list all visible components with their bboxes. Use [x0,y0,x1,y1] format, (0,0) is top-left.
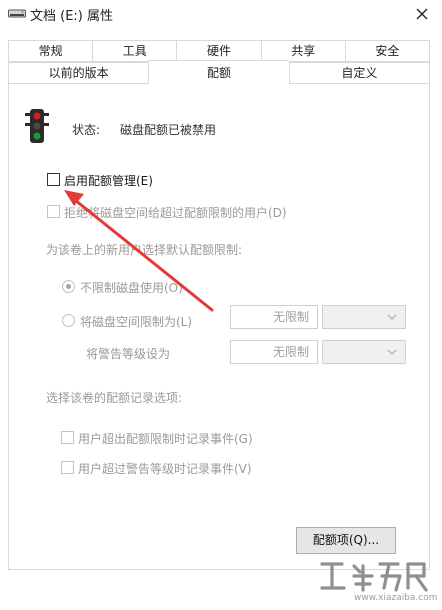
no-limit-label: 不限制磁盘使用(O) [80,281,183,295]
default-limit-heading: 为该卷上的新用户选择默认配额限制: [46,243,243,257]
logging-heading: 选择该卷的配额记录选项: [46,391,183,405]
chevron-down-icon [387,314,397,320]
tab-quota[interactable]: 配额 [148,60,289,84]
tab-previous-versions[interactable]: 以前的版本 [8,62,149,84]
title-bar: 文档 (E:) 属性 [0,0,442,28]
enable-quota-label[interactable]: 启用配额管理(E) [64,172,153,189]
log-over-warning-label: 用户超过警告等级时记录事件(V) [78,462,252,476]
chevron-down-icon [387,349,397,355]
traffic-light-icon [25,109,49,143]
deny-space-label: 拒绝将磁盘空间给超过配额限制的用户(D) [64,206,287,220]
status-value: 磁盘配额已被禁用 [120,123,217,137]
log-over-warning-checkbox [61,461,74,474]
close-icon[interactable] [410,3,434,25]
quota-entries-button[interactable]: 配额项(Q)... [296,527,396,554]
deny-space-checkbox [47,205,60,218]
tab-general[interactable]: 常规 [8,40,93,62]
log-over-limit-checkbox [61,431,74,444]
enable-quota-checkbox[interactable] [47,173,60,186]
warning-value-field: 无限制 [230,340,318,364]
tab-tools[interactable]: 工具 [92,40,177,62]
tab-hardware[interactable]: 硬件 [176,40,261,62]
limit-value-field: 无限制 [230,305,318,329]
tab-customize[interactable]: 自定义 [288,62,430,84]
limit-label: 将磁盘空间限制为(L) [80,315,193,329]
drive-icon [8,9,26,18]
log-over-limit-label: 用户超出配额限制时记录事件(G) [78,432,253,446]
limit-radio [62,314,75,327]
tab-row-bottom: 以前的版本 配额 自定义 [8,60,430,84]
status-label: 状态: [72,123,101,137]
warning-level-label: 将警告等级设为 [86,347,171,361]
limit-unit-dropdown [322,305,406,329]
window-title: 文档 (E:) 属性 [30,9,114,24]
tab-sharing[interactable]: 共享 [260,40,345,62]
watermark-text: www.xiazaiba.com [354,593,438,603]
tab-row-top: 常规 工具 硬件 共享 安全 [8,40,431,62]
no-limit-radio [62,280,75,293]
warning-unit-dropdown [322,340,406,364]
tab-security[interactable]: 安全 [344,40,431,62]
